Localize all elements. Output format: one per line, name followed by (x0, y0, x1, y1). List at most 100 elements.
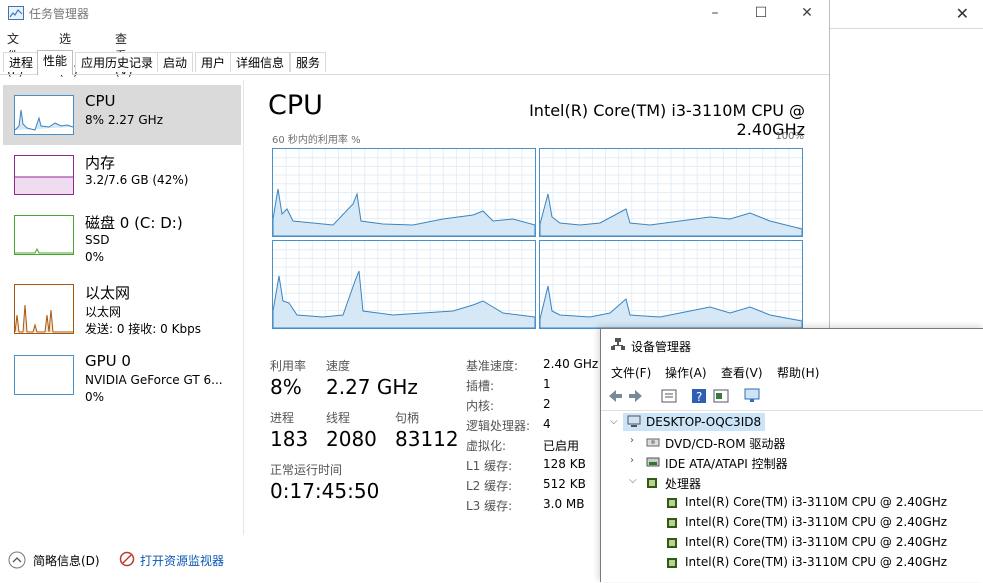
spec-key: 基准速度: (466, 359, 519, 373)
sidebar-item-gpu[interactable]: GPU 0 NVIDIA GeForce GT 6... 0% (3, 345, 241, 405)
task-manager-icon (8, 6, 24, 20)
open-resource-monitor-link[interactable]: 打开资源监视器 (140, 552, 224, 569)
resource-monitor-icon (119, 551, 135, 567)
chevron-down-icon[interactable]: ⌵ (629, 475, 637, 486)
graph-max-label: 100% (775, 131, 804, 142)
processor-icon (667, 558, 677, 568)
processes-value: 183 (270, 427, 309, 451)
spec-key: L2 缓存: (466, 479, 513, 493)
dm-menu-file[interactable]: 文件(F) (611, 364, 651, 381)
disk-thumbnail-graph (14, 215, 74, 255)
sidebar-ethernet-adapter: 以太网 (85, 305, 122, 319)
tab-users[interactable]: 用户 (195, 52, 232, 72)
cpu-model-name: Intel(R) Core(TM) i3-3110M CPU @ 2.40GHz (529, 101, 805, 139)
device-manager-window: 设备管理器 文件(F) 操作(A) 查看(V) 帮助(H) ? ⌵ DESKTO… (600, 328, 983, 582)
sidebar-gpu-usage: 0% (85, 390, 105, 404)
memory-thumbnail-graph (14, 155, 74, 195)
spec-value: 1 (543, 377, 551, 391)
svg-text:?: ? (696, 390, 702, 404)
tab-details[interactable]: 详细信息 (230, 52, 291, 72)
spec-key: L1 缓存: (466, 459, 513, 473)
tree-processor-item[interactable]: Intel(R) Core(TM) i3-3110M CPU @ 2.40GHz (685, 495, 947, 509)
threads-label: 线程 (326, 411, 351, 425)
sidebar-item-ethernet[interactable]: 以太网 以太网 发送: 0 接收: 0 Kbps (3, 275, 241, 336)
fewer-details-button[interactable]: 简略信息(D) (33, 552, 100, 569)
help-icon[interactable]: ? (691, 388, 707, 404)
cpu-core-graph-0 (272, 148, 536, 237)
device-tree: ⌵ DESKTOP-OQC3ID8 › DVD/CD-ROM 驱动器 › IDE… (601, 413, 983, 583)
cpu-core-graph-3 (539, 240, 803, 329)
ide-controller-icon (646, 457, 660, 467)
cpu-core-graph-1 (539, 148, 803, 237)
spec-value: 3.0 MB (543, 497, 585, 511)
driver-icon[interactable] (713, 388, 729, 404)
minimize-button[interactable]: – (692, 0, 738, 26)
chevron-right-icon[interactable]: › (630, 455, 634, 466)
threads-value: 2080 (326, 427, 377, 451)
tree-category-processors[interactable]: 处理器 (665, 475, 701, 492)
tab-startup[interactable]: 启动 (157, 52, 194, 72)
processor-icon (647, 478, 657, 488)
sidebar-gpu-name: GPU 0 (85, 352, 131, 370)
sidebar-item-cpu[interactable]: CPU 8% 2.27 GHz (3, 85, 241, 145)
spec-key: 逻辑处理器: (466, 419, 531, 433)
device-manager-icon (611, 338, 625, 350)
tab-app-history[interactable]: 应用历史记录 (75, 52, 160, 72)
maximize-button[interactable]: ☐ (738, 0, 784, 26)
spec-key: L3 缓存: (466, 499, 513, 513)
sidebar-ethernet-name: 以太网 (85, 284, 131, 302)
tree-processor-item[interactable]: Intel(R) Core(TM) i3-3110M CPU @ 2.40GHz (685, 555, 947, 569)
dm-window-title: 设备管理器 (631, 340, 692, 354)
spec-key: 插槽: (466, 379, 495, 393)
spec-value: 已启用 (543, 439, 580, 453)
ethernet-thumbnail-graph (14, 284, 74, 334)
tree-category-ide[interactable]: IDE ATA/ATAPI 控制器 (665, 455, 788, 472)
spec-value: 4 (543, 417, 551, 431)
sidebar-item-memory[interactable]: 内存 3.2/7.6 GB (42%) (3, 145, 241, 205)
close-button[interactable]: ✕ (784, 0, 830, 26)
spec-value: 128 KB (543, 457, 586, 471)
dm-menu-help[interactable]: 帮助(H) (777, 364, 819, 381)
tab-performance[interactable]: 性能 (37, 50, 74, 75)
tree-root-computer[interactable]: DESKTOP-OQC3ID8 (646, 415, 761, 429)
dm-menu-bar: 文件(F) 操作(A) 查看(V) 帮助(H) (601, 361, 983, 381)
handles-label: 句柄 (395, 411, 420, 425)
sidebar-disk-type: SSD (85, 233, 110, 247)
title-bar: 任务管理器 – ☐ ✕ (0, 0, 829, 26)
sidebar-cpu-usage: 8% 2.27 GHz (85, 113, 164, 127)
tab-bar: 进程 性能 应用历史记录 启动 用户 详细信息 服务 (0, 50, 829, 75)
sidebar-memory-usage: 3.2/7.6 GB (42%) (85, 173, 189, 187)
sidebar-ethernet-throughput: 发送: 0 接收: 0 Kbps (85, 322, 201, 336)
window-title: 任务管理器 (29, 7, 90, 21)
dm-menu-view[interactable]: 查看(V) (721, 364, 763, 381)
chevron-right-icon[interactable]: › (630, 435, 634, 446)
background-window-titlebar: ✕ (829, 0, 983, 29)
chevron-down-icon[interactable]: ⌵ (610, 416, 618, 427)
properties-icon[interactable] (661, 388, 677, 404)
gpu-thumbnail-graph (14, 355, 74, 395)
tree-category-dvd[interactable]: DVD/CD-ROM 驱动器 (665, 435, 785, 452)
sidebar-item-disk[interactable]: 磁盘 0 (C: D:) SSD 0% (3, 205, 241, 265)
scan-hardware-icon[interactable] (744, 388, 760, 404)
dm-toolbar: ? (601, 384, 983, 411)
sidebar-cpu-name: CPU (85, 92, 116, 110)
back-arrow-icon[interactable] (607, 388, 623, 404)
collapse-chevron-icon[interactable] (8, 551, 26, 569)
tree-processor-item[interactable]: Intel(R) Core(TM) i3-3110M CPU @ 2.40GHz (685, 535, 947, 549)
forward-arrow-icon[interactable] (628, 388, 644, 404)
dm-menu-action[interactable]: 操作(A) (665, 364, 707, 381)
uptime-value: 0:17:45:50 (270, 479, 380, 503)
processor-icon (667, 518, 677, 528)
processes-label: 进程 (270, 411, 295, 425)
tab-processes[interactable]: 进程 (3, 52, 40, 72)
close-icon[interactable]: ✕ (956, 4, 969, 23)
spec-key: 内核: (466, 399, 495, 413)
tree-processor-item[interactable]: Intel(R) Core(TM) i3-3110M CPU @ 2.40GHz (685, 515, 947, 529)
spec-value: 2.40 GHz (543, 357, 599, 371)
sidebar-disk-name: 磁盘 0 (C: D:) (85, 214, 183, 232)
spec-key: 虚拟化: (466, 439, 507, 453)
speed-label: 速度 (326, 359, 351, 373)
processor-icon (667, 498, 677, 508)
tab-services[interactable]: 服务 (290, 52, 327, 72)
uptime-label: 正常运行时间 (270, 463, 343, 477)
